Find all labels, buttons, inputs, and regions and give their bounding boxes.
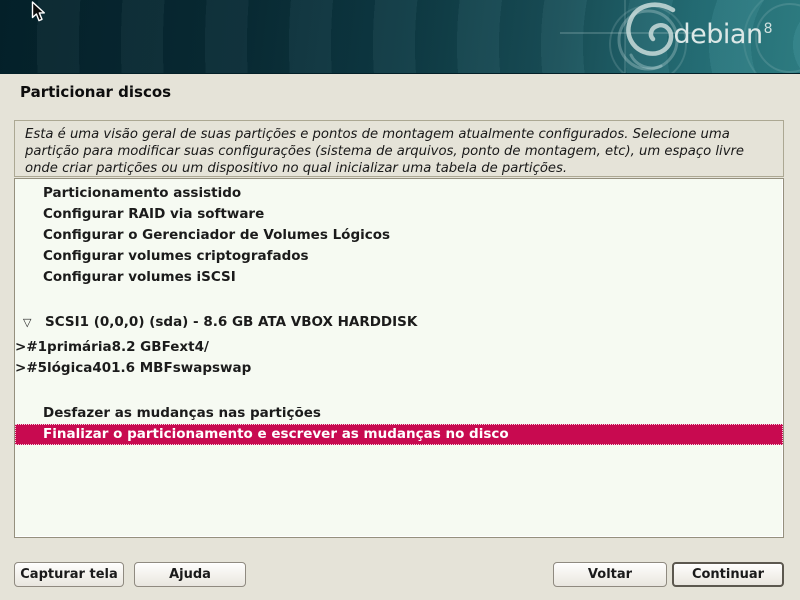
screenshot-button[interactable]: Capturar tela [14, 562, 124, 587]
list-item-label: Desfazer as mudanças nas partições [15, 405, 321, 421]
partition-number: #5 [26, 360, 47, 376]
intro-text-box: Esta é uma visão geral de suas partições… [14, 120, 784, 177]
partition-list[interactable]: Particionamento assistido Configurar RAID… [14, 178, 784, 538]
brand-version: 8 [764, 21, 772, 37]
page-title: Particionar discos [20, 83, 171, 101]
debian-wordmark: debian8 [674, 16, 772, 48]
partition-size: 401.6 MB [92, 360, 163, 376]
list-item-label: Configurar volumes criptografados [15, 248, 309, 264]
list-item-label: Particionamento assistido [15, 185, 241, 201]
partition-filesystem: ext4 [170, 339, 204, 355]
partition-arrow-icon: > [15, 360, 26, 376]
continue-button[interactable]: Continuar [672, 562, 784, 587]
expand-triangle-icon[interactable]: ▽ [23, 312, 31, 333]
partition-mountpoint: / [204, 339, 209, 355]
list-item-label: Configurar o Gerenciador de Volumes Lógi… [15, 227, 390, 243]
list-item-label: Configurar RAID via software [15, 206, 264, 222]
row-configure-iscsi-volumes[interactable]: Configurar volumes iSCSI [15, 267, 783, 288]
list-item-label: Configurar volumes iSCSI [15, 269, 236, 285]
back-button[interactable]: Voltar [553, 562, 667, 587]
partition-filesystem: swap [173, 360, 212, 376]
brand-text: debian [674, 19, 763, 50]
row-partition-5[interactable]: >#5lógica401.6 MBFswapswap [15, 358, 783, 379]
partition-number: #1 [26, 339, 47, 355]
row-configure-software-raid[interactable]: Configurar RAID via software [15, 204, 783, 225]
partition-type: lógica [47, 360, 92, 376]
help-button[interactable]: Ajuda [134, 562, 246, 587]
list-spacer [15, 288, 783, 312]
intro-text: Esta é uma visão geral de suas partições… [25, 127, 744, 176]
mouse-cursor-icon [31, 1, 46, 23]
row-finish-partitioning[interactable]: Finalizar o particionamento e escrever a… [15, 424, 783, 445]
debian-installer-window: { "banner": { "brand": "debian", "versio… [0, 0, 800, 600]
partition-mountpoint: swap [212, 360, 251, 376]
list-item-label: Finalizar o particionamento e escrever a… [15, 426, 509, 442]
row-configure-lvm[interactable]: Configurar o Gerenciador de Volumes Lógi… [15, 225, 783, 246]
list-spacer [15, 379, 783, 403]
partition-type: primária [47, 339, 112, 355]
partition-format-flag: F [162, 339, 171, 355]
row-guided-partitioning[interactable]: Particionamento assistido [15, 183, 783, 204]
row-configure-encrypted-volumes[interactable]: Configurar volumes criptografados [15, 246, 783, 267]
partition-size: 8.2 GB [112, 339, 162, 355]
row-undo-partition-changes[interactable]: Desfazer as mudanças nas partições [15, 403, 783, 424]
disk-label: SCSI1 (0,0,0) (sda) - 8.6 GB ATA VBOX HA… [15, 314, 417, 330]
row-partition-1[interactable]: >#1primária8.2 GBFext4/ [15, 337, 783, 358]
row-disk-sda[interactable]: ▽SCSI1 (0,0,0) (sda) - 8.6 GB ATA VBOX H… [15, 312, 783, 337]
partition-format-flag: F [163, 360, 172, 376]
installer-banner: debian8 [0, 0, 800, 74]
partition-arrow-icon: > [15, 339, 26, 355]
